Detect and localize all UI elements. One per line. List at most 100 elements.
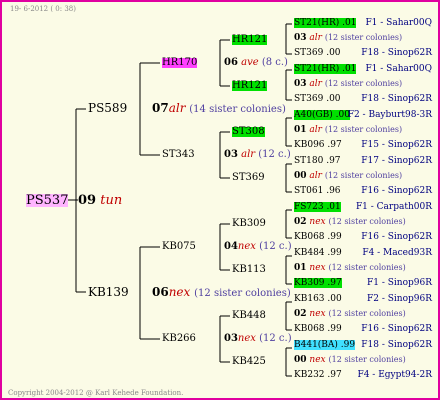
g5-id[interactable]: ST180 .97 xyxy=(294,156,341,166)
g5-note: (12 sister colonies) xyxy=(328,263,406,272)
g5-origin: F16 - Sinop62R xyxy=(361,186,432,196)
g5-origin: F4 - Maced93R xyxy=(362,248,432,258)
g5-id[interactable]: ST21(HR) .01 xyxy=(294,64,357,74)
g5-origin: F1 - Sahar00Q xyxy=(365,64,432,74)
g5-id[interactable]: KB068 .99 xyxy=(294,232,342,242)
sire-year: 07 xyxy=(152,101,169,115)
g5-note: (12 sister colonies) xyxy=(324,125,403,134)
g5-id[interactable]: B441(BA) .99 xyxy=(294,340,356,350)
g5-year: 03 xyxy=(294,33,307,43)
g3-id[interactable]: ST343 xyxy=(162,150,195,160)
g5-id[interactable]: FS723 .01 xyxy=(294,202,341,212)
queen-race: tun xyxy=(100,193,123,208)
g5-id[interactable]: ST369 .00 xyxy=(294,48,341,58)
g5-note: (12 sister colonies) xyxy=(328,309,406,318)
g5-row: KB068 .99 xyxy=(294,325,342,334)
g5-row: ST369 .00 xyxy=(294,49,341,58)
g5-origin: F15 - Sinop62R xyxy=(361,140,432,150)
g4-id[interactable]: HR121 xyxy=(232,35,268,45)
g5-note: (12 sister colonies) xyxy=(328,355,406,364)
g3-race: nex xyxy=(237,241,256,252)
g3-year-race: 03nex (12 c.) xyxy=(224,334,292,344)
g4-id[interactable]: KB309 xyxy=(232,219,266,229)
g5-row: 03 alr (12 sister colonies) xyxy=(294,80,402,89)
g5-row: 02 nex (12 sister colonies) xyxy=(294,218,406,227)
g5-origin: F18 - Sinop62R xyxy=(361,48,432,58)
g5-row: 00 nex (12 sister colonies) xyxy=(294,356,406,365)
dam-year: 06 xyxy=(152,285,169,299)
g5-year: 00 xyxy=(294,355,307,365)
g5-id[interactable]: KB163 .00 xyxy=(294,294,342,304)
g5-year: 01 xyxy=(294,125,307,135)
g5-id[interactable]: KB096 .97 xyxy=(294,140,342,150)
g5-year: 00 xyxy=(294,171,307,181)
g3-id[interactable]: KB075 xyxy=(162,242,196,252)
g4-id[interactable]: KB425 xyxy=(232,357,266,367)
g5-origin: F2 - Bayburt98-3R xyxy=(347,110,432,120)
queen-year: 09 xyxy=(78,193,97,208)
g3-race: ave xyxy=(241,57,259,68)
g4-id[interactable]: KB113 xyxy=(232,265,266,275)
g3-year-race: 03 alr (12 c.) xyxy=(224,150,291,160)
g5-row: FS723 .01 xyxy=(294,202,341,212)
g5-origin: F17 - Sinop62R xyxy=(361,156,432,166)
g3-note: (12 c.) xyxy=(258,149,291,160)
g5-race: alr xyxy=(309,79,322,89)
g5-origin: F16 - Sinop62R xyxy=(361,232,432,242)
g5-id[interactable]: A40(GB) .00 xyxy=(294,110,350,120)
g5-race: nex xyxy=(309,217,326,227)
g4-id[interactable]: KB448 xyxy=(232,311,266,321)
dam-year-race: 06nex (12 sister colonies) xyxy=(152,286,291,299)
g5-race: nex xyxy=(309,355,326,365)
g3-id[interactable]: HR170 xyxy=(162,58,198,68)
g5-origin: F18 - Sinop62R xyxy=(361,340,432,350)
sire-year-race: 07alr (14 sister colonies) xyxy=(152,102,286,115)
dam-id[interactable]: KB139 xyxy=(88,286,129,298)
g5-row: ST180 .97 xyxy=(294,157,341,166)
g5-id[interactable]: ST21(HR) .01 xyxy=(294,18,357,28)
g5-origin: F1 - Sahar00Q xyxy=(365,18,432,28)
g5-row: KB096 .97 xyxy=(294,141,342,150)
g5-year: 03 xyxy=(294,79,307,89)
g5-year: 02 xyxy=(294,309,307,319)
g5-row: KB232 .97 xyxy=(294,371,342,380)
g5-origin: F1 - Carpath00R xyxy=(355,202,432,212)
g5-race: alr xyxy=(309,33,322,43)
sire-race: alr xyxy=(168,101,186,115)
g5-id[interactable]: KB484 .99 xyxy=(294,248,342,258)
g5-note: (12 sister colonies) xyxy=(324,33,403,42)
g5-id[interactable]: KB068 .99 xyxy=(294,324,342,334)
g5-id[interactable]: ST369 .00 xyxy=(294,94,341,104)
g5-id[interactable]: ST061 .96 xyxy=(294,186,341,196)
g5-note: (12 sister colonies) xyxy=(324,171,403,180)
g5-row: ST21(HR) .01 xyxy=(294,18,357,28)
g5-note: (12 sister colonies) xyxy=(328,217,406,226)
g3-id[interactable]: KB266 xyxy=(162,334,196,344)
g4-id[interactable]: ST308 xyxy=(232,127,265,137)
queen-year-race: 09 tun xyxy=(78,194,122,207)
g4-id[interactable]: HR121 xyxy=(232,81,268,91)
dam-race: nex xyxy=(168,285,191,299)
g5-note: (12 sister colonies) xyxy=(324,79,403,88)
g5-row: ST061 .96 xyxy=(294,187,341,196)
g5-row: KB068 .99 xyxy=(294,233,342,242)
g5-row: KB163 .00 xyxy=(294,295,342,304)
g3-race: nex xyxy=(237,333,256,344)
g5-row: 01 nex (12 sister colonies) xyxy=(294,264,406,273)
g5-id[interactable]: KB232 .97 xyxy=(294,370,342,380)
g3-year: 03 xyxy=(224,149,238,160)
g5-row: KB309 .97 xyxy=(294,278,342,288)
g5-id[interactable]: KB309 .97 xyxy=(294,278,342,288)
pedigree-frame: 19- 6-2012 ( 0: 38) PS537 09 tun PS589 K… xyxy=(0,0,440,400)
g3-note: (12 c.) xyxy=(259,333,292,344)
g3-year-race: 06 ave (8 c.) xyxy=(224,58,288,68)
queen-id[interactable]: PS537 xyxy=(26,194,69,207)
g4-id[interactable]: ST369 xyxy=(232,173,265,183)
sire-id[interactable]: PS589 xyxy=(88,102,127,114)
g5-race: alr xyxy=(309,171,322,181)
g3-year: 04 xyxy=(224,241,238,252)
g5-row: KB484 .99 xyxy=(294,249,342,258)
g5-row: ST21(HR) .01 xyxy=(294,64,357,74)
g5-race: nex xyxy=(309,263,326,273)
g5-row: A40(GB) .00 xyxy=(294,110,350,120)
